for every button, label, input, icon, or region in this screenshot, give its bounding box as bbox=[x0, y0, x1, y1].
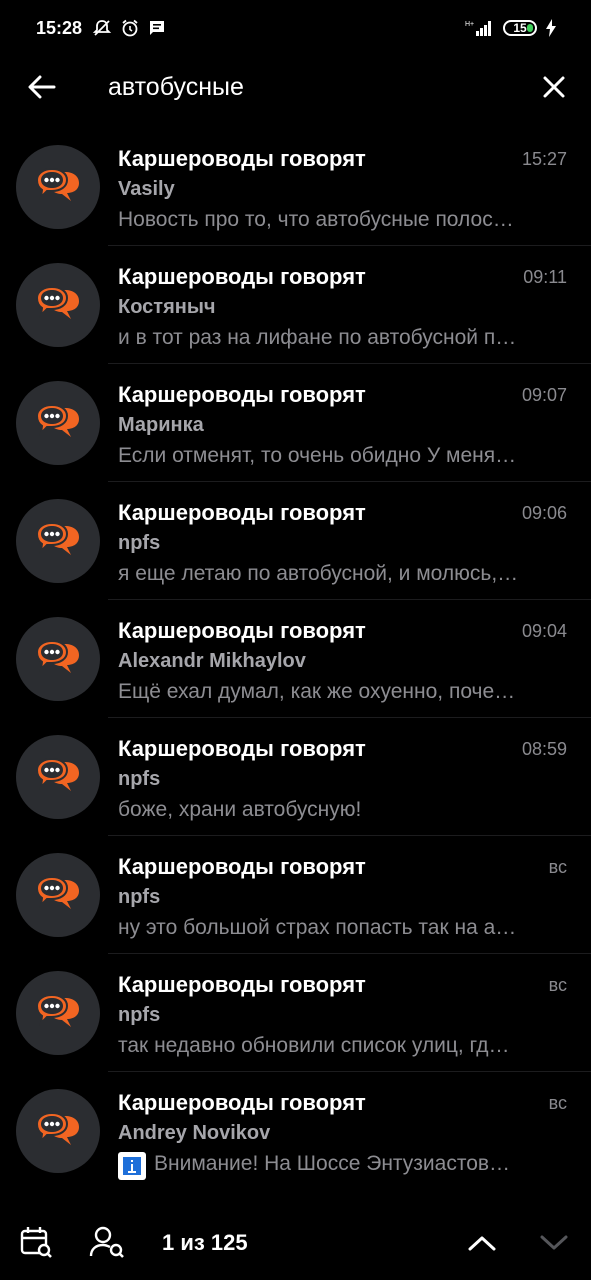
message-time: 09:11 bbox=[523, 267, 567, 287]
status-right: H+ 15 bbox=[465, 18, 557, 38]
message-time: вс bbox=[548, 857, 567, 877]
message-time: 08:59 bbox=[521, 739, 567, 759]
avatar bbox=[16, 145, 100, 229]
chat-bubbles-icon bbox=[35, 757, 79, 791]
result-item[interactable]: Каршероводы говорят 09:07 Маринка Если о… bbox=[0, 364, 591, 482]
status-icons bbox=[92, 18, 166, 38]
chat-bubbles-icon bbox=[35, 993, 79, 1027]
chevron-up-icon bbox=[468, 1236, 496, 1251]
search-by-member-button[interactable] bbox=[86, 1222, 130, 1262]
message-time: вс bbox=[548, 1093, 567, 1113]
message-time: вс bbox=[548, 975, 567, 995]
previous-result-button[interactable] bbox=[462, 1226, 502, 1260]
result-counter: 1 из 125 bbox=[162, 1230, 248, 1255]
signal-icon: H+ bbox=[465, 21, 491, 36]
sender-name: Vasily bbox=[118, 178, 175, 200]
chat-title: Каршероводы говорят bbox=[118, 1090, 366, 1115]
status-left: 15:28 bbox=[36, 18, 166, 39]
message-preview: Если отменят, то очень обидно У меня… bbox=[118, 444, 517, 467]
avatar bbox=[16, 971, 100, 1055]
chevron-down-icon bbox=[540, 1235, 568, 1250]
result-item[interactable]: Каршероводы говорят 09:04 Alexandr Mikha… bbox=[0, 600, 591, 718]
battery-icon: 15 bbox=[503, 20, 537, 36]
chat-bubbles-icon bbox=[35, 875, 79, 909]
svg-text:H+: H+ bbox=[465, 21, 474, 28]
chat-title: Каршероводы говорят bbox=[118, 264, 366, 289]
search-by-date-button[interactable] bbox=[16, 1222, 56, 1262]
mute-bell-icon bbox=[92, 20, 112, 36]
battery-level: 15 bbox=[513, 21, 527, 35]
sender-name: npfs bbox=[118, 768, 161, 790]
preview-thumbnail-icon bbox=[118, 1152, 146, 1180]
sender-name: npfs bbox=[118, 532, 161, 554]
sender-name: Andrey Novikov bbox=[118, 1122, 271, 1144]
status-bar: 15:28 H+ 15 bbox=[0, 0, 591, 56]
chat-title: Каршероводы говорят bbox=[118, 618, 366, 643]
back-arrow-icon bbox=[28, 75, 56, 99]
message-time: 09:04 bbox=[521, 621, 567, 641]
result-item[interactable]: Каршероводы говорят 09:11 Костяныч и в т… bbox=[0, 246, 591, 364]
message-preview: боже, храни автобусную! bbox=[118, 798, 362, 821]
chat-bubbles-icon bbox=[35, 403, 79, 437]
message-preview: так недавно обновили список улиц, гд… bbox=[118, 1034, 510, 1057]
chat-title: Каршероводы говорят bbox=[118, 146, 366, 171]
calendar-search-icon bbox=[20, 1227, 52, 1258]
message-time: 09:07 bbox=[521, 385, 567, 405]
avatar bbox=[16, 381, 100, 465]
status-time: 15:28 bbox=[36, 17, 83, 38]
message-preview: и в тот раз на лифане по автобусной п… bbox=[118, 326, 517, 349]
avatar bbox=[16, 735, 100, 819]
sender-name: npfs bbox=[118, 886, 161, 908]
chat-title: Каршероводы говорят bbox=[118, 854, 366, 879]
message-preview: Ещё ехал думал, как же охуенно, поче… bbox=[118, 680, 516, 703]
search-results-list: Каршероводы говорят 15:27 Vasily Новость… bbox=[0, 128, 591, 1190]
sender-name: Alexandr Mikhaylov bbox=[118, 650, 306, 672]
clear-search-button[interactable] bbox=[534, 70, 574, 104]
avatar bbox=[16, 617, 100, 701]
message-icon bbox=[150, 21, 165, 35]
avatar bbox=[16, 499, 100, 583]
sender-name: npfs bbox=[118, 1004, 161, 1026]
alarm-icon bbox=[122, 19, 138, 37]
avatar bbox=[16, 853, 100, 937]
avatar bbox=[16, 263, 100, 347]
search-input[interactable] bbox=[108, 68, 508, 106]
result-item[interactable]: Каршероводы говорят 15:27 Vasily Новость… bbox=[0, 128, 591, 246]
charging-icon bbox=[546, 19, 556, 37]
user-search-icon bbox=[89, 1226, 124, 1258]
result-item[interactable]: Каршероводы говорят 09:06 npfs я еще лет… bbox=[0, 482, 591, 600]
bottom-navigation-bar: 1 из 125 bbox=[0, 1206, 591, 1280]
chat-bubbles-icon bbox=[35, 285, 79, 319]
sender-name: Маринка bbox=[118, 414, 204, 436]
chat-bubbles-icon bbox=[35, 521, 79, 555]
result-item[interactable]: Каршероводы говорят 08:59 npfs боже, хра… bbox=[0, 718, 591, 836]
back-button[interactable] bbox=[22, 70, 62, 104]
chat-title: Каршероводы говорят bbox=[118, 382, 366, 407]
message-time: 15:27 bbox=[521, 149, 567, 169]
next-result-button[interactable] bbox=[534, 1226, 574, 1260]
result-item[interactable]: Каршероводы говорят вс Andrey Novikov Вн… bbox=[0, 1072, 591, 1190]
close-icon bbox=[543, 76, 565, 98]
avatar bbox=[16, 1089, 100, 1173]
message-preview: я еще летаю по автобусной, и молюсь,… bbox=[118, 562, 519, 585]
chat-bubbles-icon bbox=[35, 1111, 79, 1145]
chat-title: Каршероводы говорят bbox=[118, 500, 366, 525]
chat-title: Каршероводы говорят bbox=[118, 736, 366, 761]
sender-name: Костяныч bbox=[118, 296, 216, 318]
result-item[interactable]: Каршероводы говорят вс npfs так недавно … bbox=[0, 954, 591, 1072]
search-bar bbox=[0, 56, 591, 118]
message-preview: Новость про то, что автобусные полос… bbox=[118, 208, 514, 231]
chat-bubbles-icon bbox=[35, 167, 79, 201]
chat-bubbles-icon bbox=[35, 639, 79, 673]
message-preview: Внимание! На Шоссе Энтузиастов… bbox=[154, 1152, 511, 1175]
message-time: 09:06 bbox=[521, 503, 567, 523]
message-preview: ну это большой страх попасть так на а… bbox=[118, 916, 517, 939]
chat-title: Каршероводы говорят bbox=[118, 972, 366, 997]
result-item[interactable]: Каршероводы говорят вс npfs ну это больш… bbox=[0, 836, 591, 954]
